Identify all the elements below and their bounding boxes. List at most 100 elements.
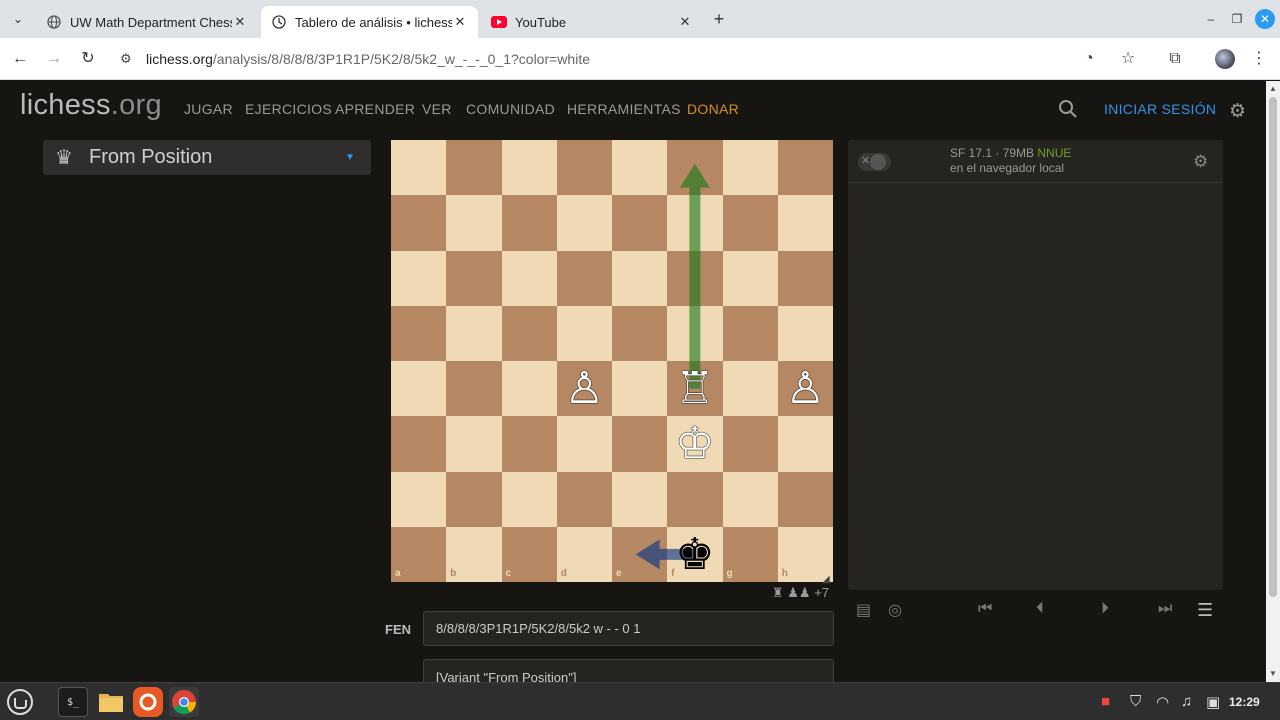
square-g7[interactable] — [722, 195, 778, 251]
square-d7[interactable] — [556, 195, 612, 251]
tab-uw-math[interactable]: UW Math Department Chess ✕ — [36, 6, 258, 38]
search-icon[interactable] — [1058, 99, 1078, 119]
square-e5[interactable] — [612, 305, 668, 361]
nav-herramientas[interactable]: HERRAMIENTAS — [567, 101, 681, 117]
next-move-icon[interactable]: ⏵ — [1101, 600, 1109, 618]
last-move-icon[interactable]: ⏭ — [1158, 600, 1172, 618]
square-c6[interactable] — [501, 250, 557, 306]
pgn-textarea[interactable]: [Variant "From Position"] — [423, 659, 834, 682]
square-c7[interactable] — [501, 195, 557, 251]
book-icon[interactable]: ▤ — [856, 600, 871, 620]
new-tab-button[interactable]: + — [708, 8, 730, 30]
recording-icon[interactable]: ■ — [1101, 693, 1110, 710]
close-window-icon[interactable]: ✕ — [1255, 9, 1275, 29]
profile-avatar[interactable] — [1215, 49, 1235, 69]
square-d5[interactable] — [556, 305, 612, 361]
firefox-icon[interactable] — [133, 687, 163, 717]
square-a3[interactable] — [391, 416, 447, 472]
music-icon[interactable]: ♫ — [1181, 693, 1192, 710]
files-icon[interactable] — [96, 687, 126, 717]
target-icon[interactable]: ◎ — [888, 600, 902, 620]
square-b6[interactable] — [446, 250, 502, 306]
square-c4[interactable] — [501, 361, 557, 417]
square-g5[interactable] — [722, 305, 778, 361]
settings-gear-icon[interactable]: ⚙ — [1229, 100, 1246, 123]
square-g3[interactable] — [722, 416, 778, 472]
white-rook-f4[interactable]: ♖ — [667, 361, 722, 416]
page-scrollbar[interactable]: ▲ ▼ — [1266, 81, 1280, 682]
square-e6[interactable] — [612, 250, 668, 306]
terminal-icon[interactable]: $_ — [58, 687, 88, 717]
square-a8[interactable] — [391, 140, 447, 196]
nav-aprender[interactable]: APRENDER — [335, 101, 415, 117]
square-c8[interactable] — [501, 140, 557, 196]
chess-board[interactable]: abcdefgh87654321 ♙ ♖ ♙ ♔ ♚ — [391, 140, 833, 582]
maximize-icon[interactable]: ❐ — [1227, 10, 1247, 28]
square-b5[interactable] — [446, 305, 502, 361]
tab-search-menu-button[interactable]: ⌄ — [6, 8, 30, 30]
clipboard-icon[interactable]: ▣ — [1206, 693, 1220, 711]
square-d6[interactable] — [556, 250, 612, 306]
engine-settings-gear-icon[interactable]: ⚙ — [1193, 152, 1208, 172]
chrome-menu-icon[interactable]: ⋮ — [1248, 48, 1270, 70]
square-g6[interactable] — [722, 250, 778, 306]
square-b7[interactable] — [446, 195, 502, 251]
reload-button[interactable]: ↻ — [77, 48, 99, 70]
nav-ejercicios[interactable]: EJERCICIOS — [245, 101, 332, 117]
minimize-icon[interactable]: – — [1201, 10, 1221, 28]
site-logo[interactable]: lichess.org — [20, 89, 162, 122]
prev-move-icon[interactable]: ⏴ — [1036, 600, 1044, 618]
square-c5[interactable] — [501, 305, 557, 361]
tab-youtube[interactable]: YouTube ✕ — [481, 6, 703, 38]
square-a5[interactable] — [391, 305, 447, 361]
variant-selector[interactable]: ♛ From Position ▼ — [43, 140, 371, 175]
engine-toggle[interactable]: ✕ — [858, 153, 891, 171]
site-info-icon[interactable]: ⚙ — [120, 51, 136, 67]
nav-donar[interactable]: DONAR — [687, 101, 739, 117]
square-b3[interactable] — [446, 416, 502, 472]
mint-menu-icon[interactable] — [5, 687, 35, 717]
scroll-down-icon[interactable]: ▼ — [1266, 669, 1280, 678]
address-bar[interactable]: ⚙ lichess.org/analysis/8/8/8/8/3P1R1P/5K… — [112, 42, 1160, 76]
square-f8[interactable] — [667, 140, 723, 196]
board-resize-handle[interactable]: ◢ — [822, 574, 830, 585]
square-g8[interactable] — [722, 140, 778, 196]
square-c2[interactable] — [501, 471, 557, 527]
square-d3[interactable] — [556, 416, 612, 472]
square-e2[interactable] — [612, 471, 668, 527]
black-king-f1[interactable]: ♚ — [667, 527, 722, 582]
extensions-icon[interactable]: ⧉ — [1164, 48, 1186, 70]
nav-ver[interactable]: VER — [422, 101, 452, 117]
square-d8[interactable] — [556, 140, 612, 196]
square-g2[interactable] — [722, 471, 778, 527]
square-d2[interactable] — [556, 471, 612, 527]
bookmark-star-icon[interactable]: ☆ — [1117, 48, 1139, 70]
first-move-icon[interactable]: ⏮ — [978, 600, 992, 618]
square-f6[interactable] — [667, 250, 723, 306]
square-a2[interactable] — [391, 471, 447, 527]
signin-link[interactable]: INICIAR SESIÓN — [1104, 101, 1216, 117]
menu-icon[interactable]: ☰ — [1197, 600, 1213, 621]
square-f2[interactable] — [667, 471, 723, 527]
square-e4[interactable] — [612, 361, 668, 417]
white-king-f3[interactable]: ♔ — [667, 416, 722, 471]
shield-icon[interactable]: ⛉ — [1130, 693, 1141, 710]
square-e7[interactable] — [612, 195, 668, 251]
white-pawn-h4[interactable]: ♙ — [778, 361, 833, 416]
forward-button[interactable]: → — [43, 48, 65, 70]
square-c3[interactable] — [501, 416, 557, 472]
close-tab-icon[interactable]: ✕ — [232, 14, 248, 30]
square-a7[interactable] — [391, 195, 447, 251]
fen-input[interactable]: 8/8/8/8/3P1R1P/5K2/8/5k2 w - - 0 1 — [423, 611, 834, 646]
square-b2[interactable] — [446, 471, 502, 527]
white-pawn-d4[interactable]: ♙ — [557, 361, 612, 416]
square-g4[interactable] — [722, 361, 778, 417]
google-lens-icon[interactable]: ◔ — [1078, 48, 1100, 70]
wifi-icon[interactable]: ◠ — [1156, 693, 1169, 711]
square-e3[interactable] — [612, 416, 668, 472]
tab-lichess-analysis[interactable]: Tablero de análisis • lichess.org ✕ — [261, 6, 478, 38]
square-e8[interactable] — [612, 140, 668, 196]
square-a4[interactable] — [391, 361, 447, 417]
close-tab-icon[interactable]: ✕ — [452, 14, 468, 30]
square-f7[interactable] — [667, 195, 723, 251]
